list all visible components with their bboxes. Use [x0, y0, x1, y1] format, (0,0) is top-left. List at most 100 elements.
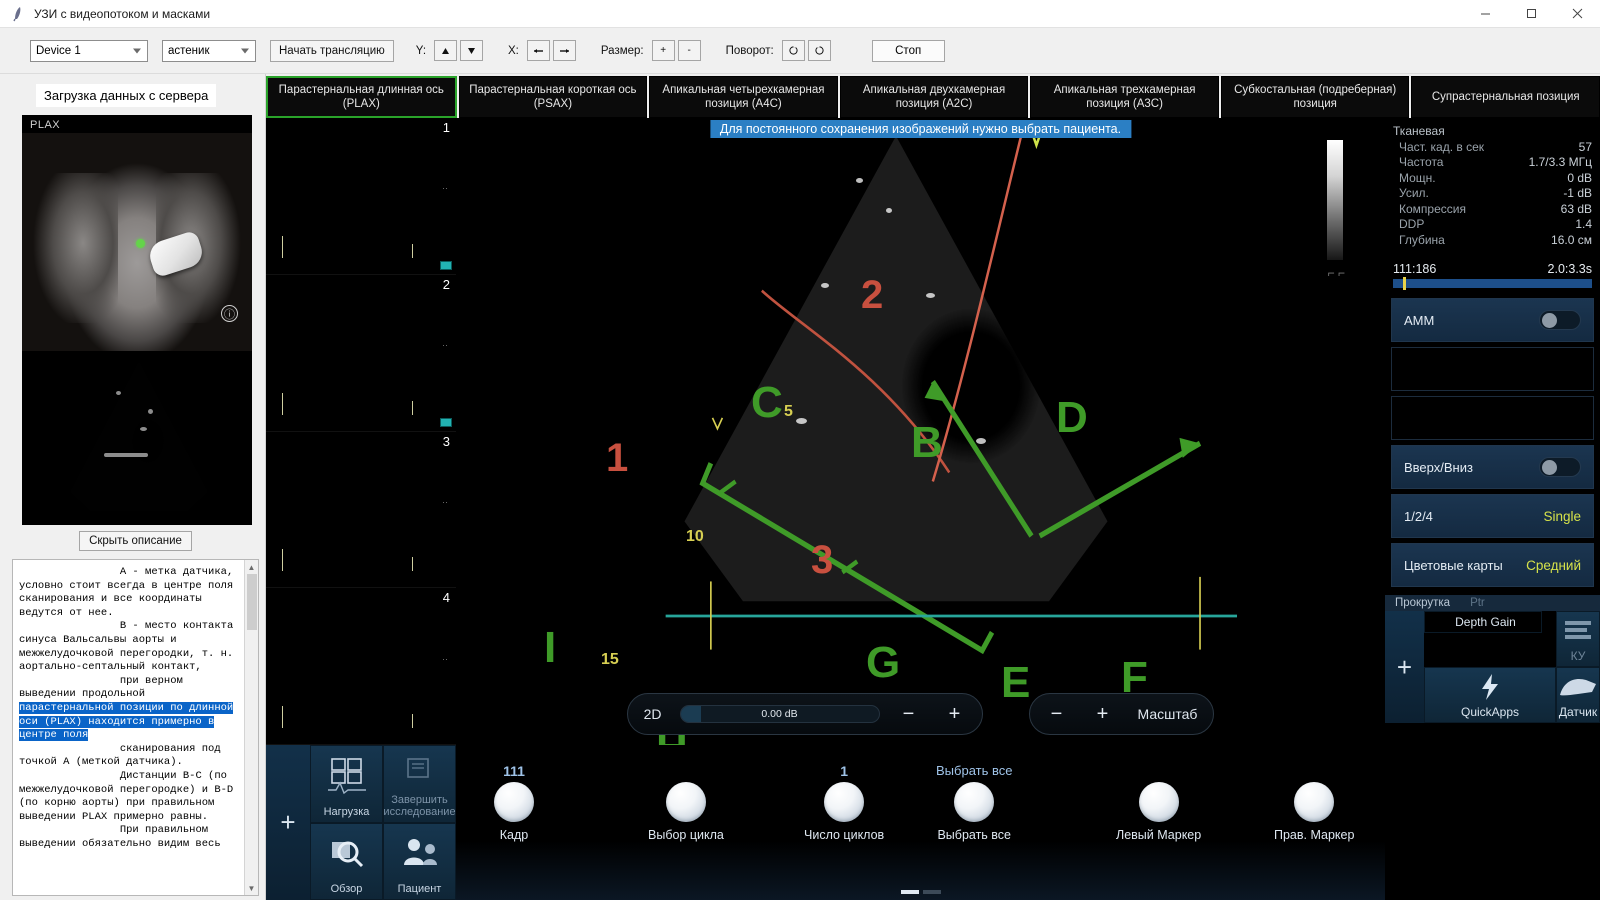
flip-updown-toggle[interactable] — [1539, 457, 1581, 477]
param-row: Част. кад. в сек 57 — [1393, 140, 1592, 156]
thumbnail-item[interactable]: 1 ·· — [266, 118, 456, 275]
layout-button[interactable]: 1/2/4 Single — [1391, 494, 1594, 538]
rail-buttons: AMM Вверх/Вниз 1/2/4 Single Цветовые кар… — [1385, 298, 1600, 587]
frame-knob[interactable] — [494, 782, 534, 822]
cycle-count-knob[interactable] — [824, 782, 865, 822]
review-tile[interactable]: Обзор — [310, 822, 383, 900]
tab-plax[interactable]: Парастернальная длинная ось (PLAX) — [266, 76, 457, 118]
thumbnail-tick: ·· — [442, 340, 448, 351]
lightning-icon — [1476, 668, 1504, 705]
flip-updown-button[interactable]: Вверх/Вниз — [1391, 445, 1594, 489]
speckle — [148, 409, 153, 414]
x-left-button[interactable] — [526, 40, 550, 61]
size-increase-button[interactable]: + — [651, 40, 675, 61]
bottom-left-tiles: + Нагрузка Завершить исследование Обзор … — [266, 745, 456, 900]
thumbnail-tick: ·· — [442, 496, 448, 507]
close-button[interactable] — [1554, 0, 1600, 28]
bottom-tile-grid: Нагрузка Завершить исследование Обзор Па… — [310, 745, 456, 900]
quickapps-tile[interactable]: QuickApps — [1424, 667, 1556, 723]
gain-minus-button[interactable]: − — [892, 697, 926, 731]
annotation-I: I — [544, 623, 557, 672]
scrollbar-thumb[interactable] — [247, 574, 257, 630]
rail-empty-slot-2[interactable] — [1391, 396, 1594, 440]
speckle — [116, 391, 121, 395]
color-maps-value: Средний — [1526, 557, 1581, 573]
right-marker-knob[interactable] — [1294, 782, 1335, 822]
param-name: DDP — [1399, 217, 1425, 231]
tab-a2c[interactable]: Апикальная двухкамерная позиция (A2C) — [839, 76, 1029, 118]
color-maps-button[interactable]: Цветовые карты Средний — [1391, 543, 1594, 587]
y-up-button[interactable] — [434, 40, 458, 61]
left-panel: Загрузка данных с сервера PLAX ⓘ Скрыть … — [0, 74, 266, 900]
depth-ruler-right — [412, 243, 413, 258]
rail-subheader: Прокрутка Ptr — [1385, 595, 1600, 611]
stop-button[interactable]: Стоп — [871, 39, 945, 62]
rotate-ccw-button[interactable] — [781, 40, 805, 61]
page-dot-active[interactable] — [900, 890, 919, 894]
cine-progress-bar[interactable] — [1393, 277, 1592, 290]
y-down-button[interactable] — [460, 40, 484, 61]
right-marker-knob-group: Прав. Маркер — [1274, 763, 1354, 842]
thumbnail-item[interactable]: 2 ·· — [266, 274, 456, 432]
zoom-plus-button[interactable]: + — [1086, 697, 1120, 731]
thumbnail-number: 4 — [442, 590, 450, 606]
ultrasound-stage[interactable]: Для постоянного сохранения изображений н… — [456, 118, 1385, 745]
shoulder-left — [28, 173, 118, 323]
thumbnail-item[interactable]: 4 ·· — [266, 588, 456, 745]
minimize-button[interactable] — [1462, 0, 1508, 28]
hide-description-button[interactable]: Скрыть описание — [79, 531, 192, 551]
ku-tile[interactable]: КУ — [1556, 611, 1600, 667]
tab-psax[interactable]: Парастернальная короткая ось (PSAX) — [458, 76, 648, 118]
left-marker-knob[interactable] — [1138, 782, 1179, 822]
description-scrollbar[interactable]: ▲ ▼ — [244, 560, 258, 895]
info-icon[interactable]: ⓘ — [221, 305, 238, 322]
annotation-1: 1 — [606, 436, 629, 480]
gain-plus-button[interactable]: + — [938, 697, 972, 731]
cine-frame-counter: 111:186 — [1393, 262, 1437, 276]
cine-cursor[interactable] — [1403, 277, 1406, 290]
tab-a4c[interactable]: Апикальная четырехкамерная позиция (A4C) — [649, 76, 838, 118]
size-decrease-button[interactable]: - — [677, 40, 701, 61]
rail-add-button[interactable]: + — [1385, 611, 1424, 723]
cine-time: 2.0:3.3s — [1547, 262, 1592, 276]
param-name: Усил. — [1399, 186, 1429, 200]
rotate-cw-button[interactable] — [807, 40, 831, 61]
tab-subcostal[interactable]: Субкостальная (подреберная) позиция — [1220, 76, 1410, 118]
gain-slider[interactable]: 0.00 dB — [679, 705, 880, 723]
bottom-add-button[interactable]: + — [266, 745, 310, 900]
select-all-knob-group: Выбрать все Выбрать все — [936, 763, 1012, 842]
select-all-knob[interactable] — [954, 782, 995, 822]
zoom-minus-button[interactable]: − — [1040, 697, 1074, 731]
tab-suprasternal[interactable]: Супрастернальная позиция — [1411, 76, 1600, 118]
amm-toggle[interactable] — [1539, 310, 1581, 330]
depth-gain-tile[interactable]: Depth Gain — [1424, 611, 1542, 633]
amm-toggle-button[interactable]: AMM — [1391, 298, 1594, 342]
param-value: 1.7/3.3 МГц — [1528, 155, 1592, 169]
preview-fan — [70, 361, 208, 512]
page-dot[interactable] — [922, 890, 941, 894]
finish-study-tile[interactable]: Завершить исследование — [383, 745, 456, 823]
patient-tile[interactable]: Пациент — [383, 822, 456, 900]
load-tile[interactable]: Нагрузка — [310, 745, 383, 823]
patient-icon — [384, 824, 455, 884]
start-stream-button[interactable]: Начать трансляцию — [270, 39, 394, 62]
speckle — [140, 427, 147, 431]
scroll-up-icon[interactable]: ▲ — [245, 560, 258, 574]
frame-knob-group: 111 Кадр — [494, 763, 534, 842]
x-right-button[interactable] — [552, 40, 576, 61]
knob-page-indicator[interactable] — [900, 890, 941, 894]
thumbnail-item[interactable]: 3 ·· — [266, 431, 456, 589]
device-select[interactable]: Device 1 — [30, 39, 148, 62]
knob-panel: 111 Кадр Выбор цикла 1 Число циклов Выбр… — [456, 745, 1385, 900]
maximize-button[interactable] — [1508, 0, 1554, 28]
cycle-select-knob[interactable] — [665, 782, 706, 822]
thumbnail-image — [289, 280, 409, 388]
body-type-select[interactable]: астеник — [162, 39, 256, 62]
scroll-down-icon[interactable]: ▼ — [245, 881, 258, 895]
rail-empty-slot-1[interactable] — [1391, 347, 1594, 391]
cine-meter[interactable]: 111:186 2.0:3.3s — [1393, 262, 1592, 290]
param-value: 1.4 — [1575, 217, 1592, 231]
param-row: Компрессия 63 dB — [1393, 202, 1592, 218]
tab-a3c[interactable]: Апикальная трехкамерная позиция (A3C) — [1030, 76, 1219, 118]
probe-tile[interactable]: Датчик — [1556, 667, 1600, 723]
